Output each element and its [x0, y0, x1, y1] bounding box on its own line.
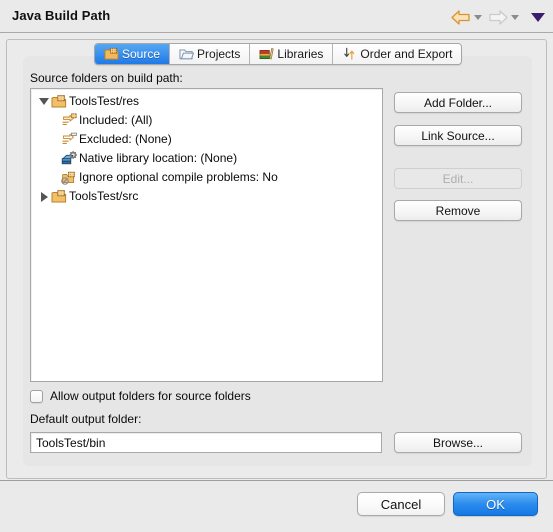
order-export-arrows-icon [344, 47, 355, 60]
tree-row[interactable]: Excluded: (None) [31, 130, 382, 149]
native-library-icon [61, 151, 77, 165]
allow-output-folders-label: Allow output folders for source folders [50, 389, 251, 403]
default-output-folder-input[interactable] [30, 432, 382, 453]
tree-row[interactable]: ToolsTest/res [31, 92, 382, 111]
expand-twisty-right-icon[interactable] [37, 190, 51, 204]
allow-output-folders-checkbox[interactable] [30, 389, 43, 403]
add-folder-button[interactable]: Add Folder... [394, 92, 522, 113]
forward-arrow-icon [488, 9, 508, 26]
tab-order-and-export[interactable]: Order and Export [333, 44, 462, 64]
tab-libraries-label: Libraries [277, 47, 324, 61]
link-source-button[interactable]: Link Source... [394, 125, 522, 146]
included-filter-icon [62, 113, 77, 125]
ignore-problems-icon [61, 171, 75, 185]
tree-item-label: Included: (All) [79, 113, 153, 127]
expand-twisty-down-icon[interactable] [37, 95, 51, 109]
tree-row[interactable]: Native library location: (None) [31, 149, 382, 168]
tree-item-label: Native library location: (None) [79, 151, 238, 165]
dialog-titlebar: Java Build Path [0, 0, 553, 33]
edit-button: Edit... [394, 168, 522, 189]
tree-item-label: Ignore optional compile problems: No [79, 170, 278, 184]
source-folders-label: Source folders on build path: [30, 71, 183, 85]
cancel-button[interactable]: Cancel [357, 492, 445, 516]
tree-item-label: ToolsTest/src [69, 189, 139, 203]
tree-row[interactable]: Included: (All) [31, 111, 382, 130]
tree-row[interactable]: Ignore optional compile problems: No [31, 168, 382, 187]
tab-projects-label: Projects [197, 47, 241, 61]
page-title: Java Build Path [12, 8, 111, 23]
excluded-filter-icon [62, 132, 77, 144]
remove-button[interactable]: Remove [394, 200, 522, 221]
source-folder-icon [51, 95, 67, 108]
build-path-tabs: Source Projects Libraries Order and Expo… [94, 43, 463, 65]
source-folder-icon [51, 190, 67, 203]
projects-folder-icon [179, 49, 195, 60]
tree-item-label: ToolsTest/res [69, 94, 140, 108]
java-build-path-dialog: Java Build Path Source Projects Librarie… [0, 0, 553, 532]
libraries-books-icon [259, 48, 275, 60]
default-output-folder-label: Default output folder: [30, 412, 142, 426]
tree-item-label: Excluded: (None) [79, 132, 172, 146]
tab-source[interactable]: Source [95, 44, 171, 64]
allow-output-folders-row[interactable]: Allow output folders for source folders [30, 389, 251, 403]
source-folders-tree[interactable]: ToolsTest/res Included: (All) Excluded: … [30, 88, 383, 382]
back-history-caret-down-icon[interactable] [474, 14, 482, 20]
titlebar-navigation [451, 6, 545, 28]
forward-history-caret-down-icon[interactable] [511, 14, 519, 20]
tab-order-export-label: Order and Export [360, 47, 453, 61]
back-arrow-icon[interactable] [451, 9, 471, 26]
tree-row[interactable]: ToolsTest/src [31, 187, 382, 206]
tab-libraries[interactable]: Libraries [250, 44, 334, 64]
source-folder-icon [104, 47, 119, 60]
tab-source-label: Source [122, 47, 161, 61]
view-menu-caret-down-icon[interactable] [531, 12, 545, 22]
ok-button[interactable]: OK [453, 492, 538, 516]
browse-button[interactable]: Browse... [394, 432, 522, 453]
tab-projects[interactable]: Projects [170, 44, 251, 64]
